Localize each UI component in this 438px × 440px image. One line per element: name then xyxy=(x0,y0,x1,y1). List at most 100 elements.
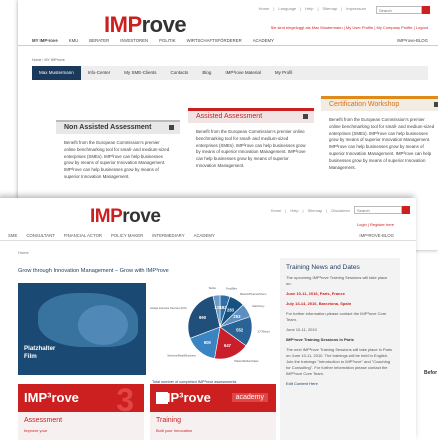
brand-logo[interactable]: IMProve xyxy=(90,206,161,228)
card-text: Benefit from the European Commission's p… xyxy=(196,129,306,169)
tab-sme-clients[interactable]: My SME-Clients xyxy=(117,66,163,80)
card-text: Benefit from the European Commission's p… xyxy=(329,117,435,170)
nav-item-berater[interactable]: BERATER xyxy=(89,38,109,43)
pie-slice-value: 552 xyxy=(236,327,244,332)
utility-link-sitemap[interactable]: Sitemap xyxy=(322,6,337,11)
pie-slice-label: Food/Bev xyxy=(226,286,238,290)
training-date-paris: June 10-11, 2016, Paris, France xyxy=(286,291,345,296)
brand-logo-main: IMP xyxy=(104,12,142,37)
pie-slice-value: 283 xyxy=(227,308,235,313)
block-title: Training xyxy=(150,412,276,426)
block-subtitle: Improve your xyxy=(18,426,144,440)
pie-slice-label: Knowledge Intensive Services (KIS) xyxy=(150,306,187,310)
nav-item-blog[interactable]: IMP³ROVE-BLOG xyxy=(359,233,394,238)
pie-slice-value: 128 xyxy=(214,305,222,310)
video-label: Platzhalter Film xyxy=(24,345,55,361)
top-nav: MY IMP³rove KMU BERATER INVESTOREN POLIT… xyxy=(18,36,438,46)
utility-link-home[interactable]: Home xyxy=(271,208,282,213)
training-date-barcelona: July 13-14, 2016, Barcelona, Spain xyxy=(286,301,352,306)
page-title: Grow through Innovation Management – Gro… xyxy=(18,268,169,274)
tab-my-profil[interactable]: My Profil xyxy=(268,66,300,80)
tab-blog[interactable]: Blog xyxy=(195,66,218,80)
nav-item-politik[interactable]: POLITIK xyxy=(159,38,175,43)
video-label-line1: Platzhalter xyxy=(24,345,56,352)
tab-info-center[interactable]: Info-Center xyxy=(81,66,118,80)
breadcrumb[interactable]: Home › MY IMP³rove xyxy=(32,58,65,62)
nav-item-investoren[interactable]: INVESTOREN xyxy=(120,38,148,43)
pie-slice-value: 253 xyxy=(233,314,241,319)
nav-item-sme[interactable]: SME xyxy=(8,233,17,238)
pie-slice-value: 600 xyxy=(204,340,212,345)
assessment-block[interactable]: IMP³rove 3 Assessment Improve your xyxy=(18,382,144,440)
utility-link-sitemap[interactable]: Sitemap xyxy=(308,208,323,213)
nav-item-kmu[interactable]: KMU xyxy=(69,38,79,43)
info-icon[interactable] xyxy=(303,114,308,119)
utility-link-help[interactable]: Help xyxy=(305,6,313,11)
pie-slice-label: Textile xyxy=(208,286,216,290)
utility-link-help[interactable]: Help xyxy=(290,208,298,213)
nav-item-academy[interactable]: ACADEMY xyxy=(194,233,215,238)
tab-improve-material[interactable]: IMP³rove Material xyxy=(218,66,268,80)
pie-slice-label: Services/Retail/Business xyxy=(167,353,196,357)
news-text: The next IMP³rove Training Sessions will… xyxy=(286,347,393,376)
banner-brand: IMP³rove xyxy=(24,390,79,405)
pie-slice-label: ICT/Electr/Software xyxy=(258,330,270,334)
front-screenshot: IMProve Home | Help | Sitemap | Disclaimer … xyxy=(0,198,416,440)
nav-item-wirtschaftsfoerderer[interactable]: WIRTSCHAFTSFÖRDERER xyxy=(187,38,242,43)
utility-link-impressum[interactable]: Impressum xyxy=(346,6,366,11)
world-map-graphic xyxy=(78,305,128,345)
pie-slice-value: 990 xyxy=(199,315,207,320)
search-input[interactable] xyxy=(354,206,402,214)
search-input[interactable] xyxy=(376,6,422,14)
sidebar-intro: The upcoming IMP³rove Training Sessions … xyxy=(286,275,388,286)
card-title: Assisted Assessment xyxy=(196,113,263,120)
utility-link-language[interactable]: Language xyxy=(278,6,296,11)
news-date: June 10-11, 2010 xyxy=(286,327,317,332)
utility-links: Home | Language | Help | Sitemap | Impressum xyxy=(258,6,366,11)
nav-item-academy[interactable]: ACADEMY xyxy=(253,38,274,43)
card-title: Non Assisted Assessment xyxy=(64,124,152,131)
utility-links: Home | Help | Sitemap | Disclaimer xyxy=(270,208,350,213)
edit-content-link[interactable]: Edit Content Here xyxy=(280,381,400,387)
video-placeholder[interactable]: Platzhalter Film xyxy=(18,283,146,375)
pie-chart-svg: 182Food/Bev283Biotech/Pharma/Chem253Mach… xyxy=(145,286,280,363)
partially-visible-text: Befor xyxy=(424,370,438,376)
breadcrumb-home[interactable]: Home xyxy=(18,250,29,255)
nav-item-financial-actor[interactable]: FINANCIAL ACTOR xyxy=(64,233,102,238)
tab-max-mustermann[interactable]: Max Mustermann xyxy=(32,66,81,80)
utility-link-home[interactable]: Home xyxy=(259,6,270,11)
academy-tag: academy xyxy=(231,393,268,402)
login-status[interactable]: Sie sind eingeloggt als Max Mustermann |… xyxy=(271,25,428,30)
banner-brand: IMP³rove xyxy=(156,390,211,405)
nav-item-intermediary[interactable]: INTERMEDIARY xyxy=(152,233,184,238)
nav-item-my-improve[interactable]: MY IMP³rove xyxy=(32,38,58,43)
nav-item-policy-maker[interactable]: POLICY MAKER xyxy=(111,233,143,238)
nav-item-blog[interactable]: IMP³rove-BLOG xyxy=(397,38,428,43)
pie-slice-label: Plastic/Rubber/Glass xyxy=(234,359,259,363)
brand-logo-accent: rove xyxy=(122,206,161,227)
login-register-links[interactable]: Login | Register here xyxy=(357,222,394,227)
assessments-pie-chart: 182 Food/Bev 283 Biotech/Pharma/Chem 253 Mach… xyxy=(145,283,280,377)
search-button[interactable] xyxy=(422,6,430,14)
nav-item-consultant[interactable]: CONSULTANT xyxy=(26,233,55,238)
card-text: Benefit from the European Commission's p… xyxy=(64,140,170,180)
academy-banner: IMP³rove academy xyxy=(150,384,276,412)
brand-logo-main: IMP xyxy=(90,206,123,227)
info-icon[interactable] xyxy=(434,102,438,107)
training-block[interactable]: IMP³rove academy Training Built your Inn… xyxy=(150,384,276,440)
search-button[interactable] xyxy=(402,206,410,214)
pie-slice-label: Biotech/Pharma/Chem xyxy=(240,292,266,296)
sidebar-more-info: For further information please contact t… xyxy=(286,311,387,322)
news-title[interactable]: IMP³rove Training Sessions in Paris xyxy=(280,337,400,343)
utility-link-disclaimer[interactable]: Disclaimer xyxy=(331,208,350,213)
training-news-sidebar: Training News and Dates The upcoming IMP… xyxy=(280,258,400,440)
tab-contacts[interactable]: Contacts xyxy=(164,66,196,80)
video-label-line2: Film xyxy=(24,353,37,361)
card-title: Certification Workshop xyxy=(329,101,400,108)
top-nav: SME CONSULTANT FINANCIAL ACTOR POLICY MA… xyxy=(0,231,416,241)
pie-slice-label: Machinery xyxy=(252,304,265,308)
assessment-banner: IMP³rove 3 xyxy=(18,382,144,418)
brand-logo[interactable]: IMProve xyxy=(104,12,187,38)
sub-nav: Max Mustermann Info-Center My SME-Client… xyxy=(32,66,428,80)
info-icon[interactable] xyxy=(169,125,174,130)
